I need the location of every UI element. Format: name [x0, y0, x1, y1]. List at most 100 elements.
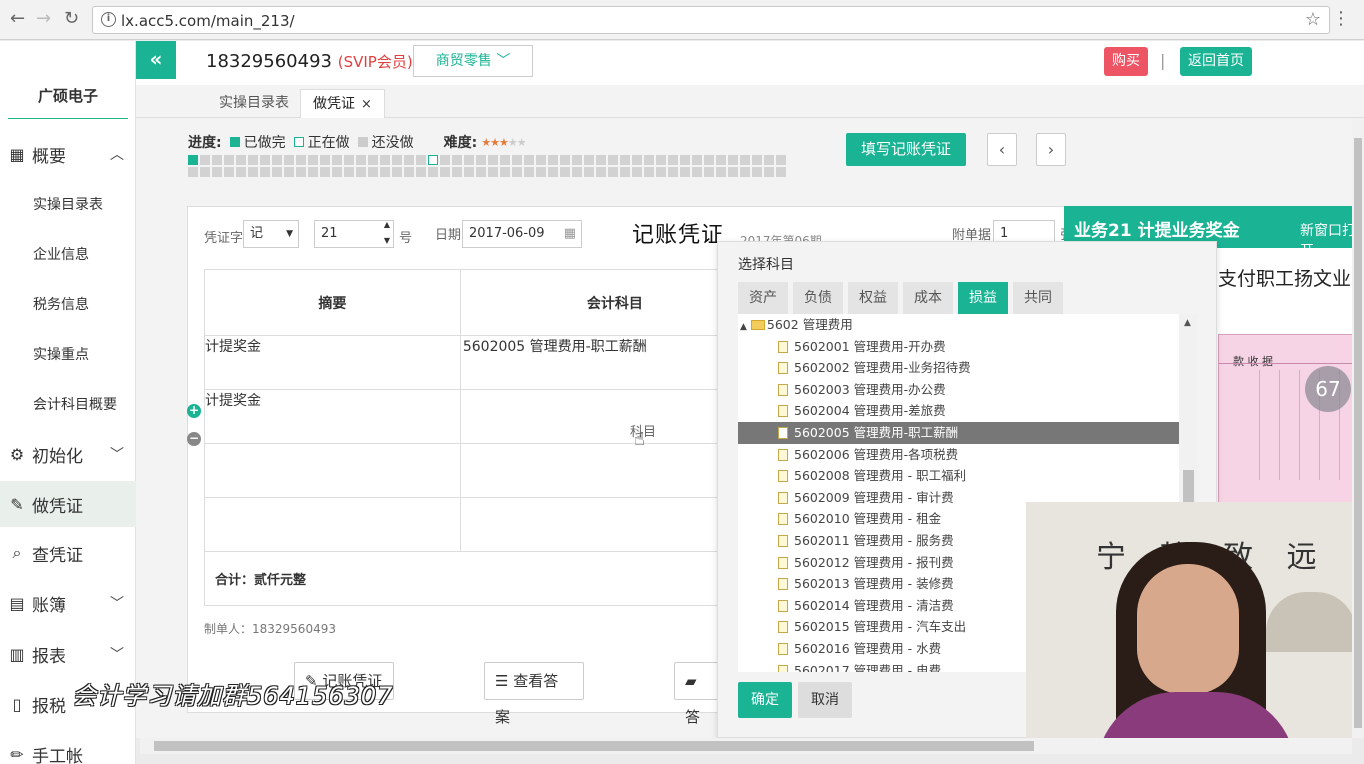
- task-cell[interactable]: [668, 155, 678, 165]
- task-cell[interactable]: [692, 155, 702, 165]
- task-cell[interactable]: [200, 167, 210, 177]
- close-icon[interactable]: ×: [361, 97, 372, 112]
- task-cell[interactable]: [740, 167, 750, 177]
- prev-task-button[interactable]: ‹: [987, 133, 1017, 166]
- task-cell[interactable]: [764, 155, 774, 165]
- remove-row-icon[interactable]: −: [187, 432, 201, 446]
- task-cell[interactable]: [308, 167, 318, 177]
- task-cell[interactable]: [524, 155, 534, 165]
- tab-catalog[interactable]: 实操目录表: [207, 89, 301, 118]
- task-cell[interactable]: [536, 167, 546, 177]
- tree-item[interactable]: 5602004 管理费用-差旅费: [738, 400, 1179, 422]
- task-cell[interactable]: [332, 155, 342, 165]
- task-cell[interactable]: [452, 167, 462, 177]
- task-cell[interactable]: [716, 167, 726, 177]
- task-cell[interactable]: [728, 167, 738, 177]
- task-cell[interactable]: [608, 167, 618, 177]
- task-cell[interactable]: [644, 167, 654, 177]
- task-cell[interactable]: [752, 155, 762, 165]
- sidebar-item-company-info[interactable]: 企业信息: [33, 244, 89, 264]
- task-cell[interactable]: [632, 167, 642, 177]
- task-cell[interactable]: [656, 155, 666, 165]
- task-cell[interactable]: [248, 167, 258, 177]
- voucher-number-input[interactable]: 21 ▲ ▼: [314, 220, 394, 248]
- tree-item[interactable]: 5602002 管理费用-业务招待费: [738, 357, 1179, 379]
- task-cell[interactable]: [704, 155, 714, 165]
- task-cell[interactable]: [512, 155, 522, 165]
- sidebar-section-query-voucher[interactable]: ⌕ 查凭证: [0, 530, 136, 576]
- view-answer-button[interactable]: ☰ 查看答案: [484, 662, 584, 726]
- task-cell[interactable]: [524, 167, 534, 177]
- sidebar-section-reports[interactable]: ▥ 报表 ﹀: [0, 631, 136, 677]
- url-text[interactable]: lx.acc5.com/main_213/: [121, 12, 295, 30]
- collapse-sidebar-button[interactable]: «: [136, 41, 176, 79]
- task-cell[interactable]: [380, 167, 390, 177]
- task-cell[interactable]: [572, 167, 582, 177]
- page-vertical-scrollbar[interactable]: [1352, 118, 1364, 738]
- task-cell[interactable]: [476, 155, 486, 165]
- task-cell[interactable]: [284, 167, 294, 177]
- task-cell[interactable]: [392, 155, 402, 165]
- task-cell[interactable]: [212, 155, 222, 165]
- tab-common[interactable]: 共同: [1013, 282, 1063, 314]
- receipt-image[interactable]: 款 收 据: [1218, 334, 1364, 512]
- add-row-icon[interactable]: +: [187, 404, 201, 418]
- task-cell[interactable]: [488, 155, 498, 165]
- tab-assets[interactable]: 资产: [738, 282, 788, 314]
- info-icon[interactable]: i: [101, 12, 116, 27]
- task-cell[interactable]: [320, 155, 330, 165]
- tab-cost[interactable]: 成本: [903, 282, 953, 314]
- task-cell[interactable]: [380, 155, 390, 165]
- buy-button[interactable]: 购买: [1104, 47, 1148, 76]
- task-cell[interactable]: [716, 155, 726, 165]
- tab-profit-loss[interactable]: 损益: [958, 282, 1008, 314]
- confirm-button[interactable]: 确定: [738, 682, 792, 718]
- task-cell[interactable]: [596, 167, 606, 177]
- task-cell[interactable]: [548, 155, 558, 165]
- task-cell[interactable]: [236, 167, 246, 177]
- task-cell[interactable]: [404, 155, 414, 165]
- task-cell[interactable]: [740, 155, 750, 165]
- task-cell[interactable]: [596, 155, 606, 165]
- task-cell[interactable]: [656, 167, 666, 177]
- task-cell[interactable]: [212, 167, 222, 177]
- task-cell[interactable]: [728, 155, 738, 165]
- task-cell[interactable]: [260, 167, 270, 177]
- task-cell[interactable]: [356, 167, 366, 177]
- task-cell[interactable]: [560, 167, 570, 177]
- tree-parent-node[interactable]: ▲ 5602 管理费用: [738, 314, 1179, 336]
- task-cell[interactable]: [608, 155, 618, 165]
- summary-cell[interactable]: [204, 497, 461, 552]
- sidebar-section-init[interactable]: ⚙ 初始化 ﹀: [0, 431, 136, 477]
- task-cell[interactable]: [248, 155, 258, 165]
- task-cell[interactable]: [296, 167, 306, 177]
- task-cell[interactable]: [500, 167, 510, 177]
- voucher-type-select[interactable]: 记 ▼: [243, 220, 299, 248]
- task-cell[interactable]: [464, 167, 474, 177]
- task-cell[interactable]: [452, 155, 462, 165]
- business-type-select[interactable]: 商贸零售 ﹀: [413, 45, 533, 77]
- task-cell[interactable]: [284, 155, 294, 165]
- task-cell[interactable]: [692, 167, 702, 177]
- task-cell[interactable]: [296, 155, 306, 165]
- tab-liabilities[interactable]: 负债: [793, 282, 843, 314]
- task-cell[interactable]: [584, 167, 594, 177]
- task-cell[interactable]: [224, 167, 234, 177]
- task-cell[interactable]: [332, 167, 342, 177]
- task-cell[interactable]: [560, 155, 570, 165]
- date-input[interactable]: 2017-06-09 ▦: [462, 220, 582, 248]
- task-cell[interactable]: [488, 167, 498, 177]
- task-cell[interactable]: [440, 155, 450, 165]
- calendar-icon[interactable]: ▦: [564, 221, 576, 247]
- cancel-button[interactable]: 取消: [798, 682, 852, 718]
- task-cell[interactable]: [416, 167, 426, 177]
- reload-icon[interactable]: ↻: [64, 8, 79, 29]
- return-home-button[interactable]: 返回首页: [1180, 47, 1252, 76]
- task-cell[interactable]: [188, 167, 198, 177]
- tree-item[interactable]: 5602006 管理费用-各项税费: [738, 444, 1179, 466]
- task-cell[interactable]: [200, 155, 210, 165]
- task-cell[interactable]: [260, 155, 270, 165]
- task-cell[interactable]: [368, 155, 378, 165]
- task-cell[interactable]: [224, 155, 234, 165]
- page-horizontal-scrollbar[interactable]: [140, 738, 1352, 754]
